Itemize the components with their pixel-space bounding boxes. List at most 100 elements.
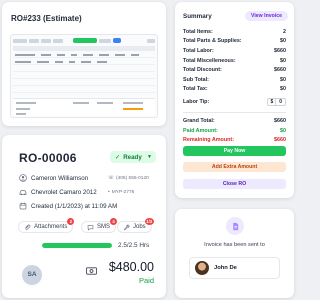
estimate-card: RO#233 (Estimate) xyxy=(2,2,166,126)
jobs-chip[interactable]: Jobs 1/3 xyxy=(117,218,154,233)
preview-table-header xyxy=(13,46,155,51)
customer-info: Cameron Williamson xyxy=(19,174,88,182)
document-icon-badge xyxy=(226,217,244,235)
chip-label: Jobs xyxy=(133,224,146,230)
row-value: $0 xyxy=(280,57,286,64)
hours-bar xyxy=(42,243,112,248)
tip-amount[interactable]: 0 xyxy=(276,99,285,105)
preview-toolbar xyxy=(13,37,155,44)
summary-rows: Total Items: 2 Total Parts & Supplies: $0 … xyxy=(183,27,286,145)
summary-row-subtotal: Sub Total: $0 xyxy=(183,75,286,85)
invoice-sent-card: Invoice has been sent to John De xyxy=(175,209,294,298)
estimate-title: RO#233 (Estimate) xyxy=(11,14,82,23)
invoice-sent-message: Invoice has been sent to xyxy=(204,242,265,248)
hours-progress: 2.5/2.5 Hrs xyxy=(42,241,166,250)
preview-row xyxy=(13,53,155,58)
summary-row-misc: Total Miscelleneous: $0 xyxy=(183,56,286,66)
customer-name: Cameron Williamson xyxy=(31,174,89,182)
count-badge: 2 xyxy=(67,218,75,225)
labor-tip-row: Labor Tip: $ 0 xyxy=(183,96,286,108)
sms-chip[interactable]: SMS 4 xyxy=(81,218,118,233)
status-label: Ready xyxy=(123,153,142,161)
document-icon xyxy=(232,222,238,230)
grand-total-row: Grand Total: $660 xyxy=(183,116,286,126)
row-label: Sub Total: xyxy=(183,76,209,83)
row-value: $660 xyxy=(274,117,286,124)
estimate-screenshot-preview xyxy=(10,34,158,118)
row-label: Remaining Amount: xyxy=(183,137,235,144)
row-value: $0 xyxy=(280,76,286,83)
paid-amount-row: Paid Amount: $0 xyxy=(183,126,286,136)
row-label: Total Tax: xyxy=(183,86,208,93)
summary-row-tax: Total Tax: $0 xyxy=(183,85,286,95)
labor-tip-input[interactable]: $ 0 xyxy=(267,98,286,107)
row-value: 2 xyxy=(283,28,286,35)
row-label: Paid Amount: xyxy=(183,127,218,134)
divider xyxy=(183,112,286,114)
recipient-card: John De xyxy=(189,257,280,279)
row-value: $660 xyxy=(274,67,286,74)
phone-number: (406) 555-0120 xyxy=(116,176,149,181)
hours-text: 2.5/2.5 Hrs xyxy=(118,242,150,249)
view-invoice-button[interactable]: View Invoice xyxy=(244,11,288,21)
phone-icon: ☏ xyxy=(108,176,114,181)
row-label: Grand Total: xyxy=(183,117,215,124)
row-label: Total Labor: xyxy=(183,47,214,54)
paperclip-icon xyxy=(25,224,31,230)
attachments-chip[interactable]: Attachments 2 xyxy=(18,218,75,233)
repair-order-card[interactable]: RO-00006 ✓ Ready ▼ Cameron Williamson ☏ … xyxy=(2,135,166,298)
close-ro-button[interactable]: Close RO xyxy=(183,179,286,189)
row-value: $0 xyxy=(280,127,286,134)
created-info: Created (1/1/2023) at 11:09 AM xyxy=(19,202,117,210)
row-value: $0 xyxy=(280,38,286,45)
count-badge: 1/3 xyxy=(144,218,154,225)
ro-price: $480.00 xyxy=(108,260,154,274)
remaining-amount-row: Remaining Amount: $660 xyxy=(183,135,286,145)
vehicle-info: Chevrolet Camaro 2012 xyxy=(19,188,97,196)
recipient-name: John De xyxy=(214,265,237,271)
hours-bar-fill xyxy=(42,243,112,248)
row-value: $0 xyxy=(280,86,286,93)
user-icon xyxy=(19,174,27,182)
plate-info: • MYP-2776 xyxy=(108,190,134,195)
calendar-icon xyxy=(19,202,27,210)
created-date: Created (1/1/2023) at 11:09 AM xyxy=(31,202,118,210)
tip-currency: $ xyxy=(268,99,277,106)
row-label: Total Items: xyxy=(183,28,213,35)
wrench-icon xyxy=(123,224,130,230)
row-label: Total Miscelleneous: xyxy=(183,57,236,64)
summary-heading: Summary xyxy=(183,13,212,20)
avatar[interactable]: SA xyxy=(22,265,42,285)
payment-status: Paid xyxy=(138,276,154,285)
preview-row xyxy=(13,67,155,72)
cash-icon xyxy=(86,267,97,275)
summary-row-labor: Total Labor: $660 xyxy=(183,46,286,56)
pay-now-button[interactable]: Pay Now xyxy=(183,146,286,156)
summary-row-discount: Total Discount: $660 xyxy=(183,65,286,75)
preview-row xyxy=(13,88,155,93)
summary-row-total-items: Total Items: 2 xyxy=(183,27,286,37)
vehicle-name: Chevrolet Camaro 2012 xyxy=(31,188,97,196)
ro-number: RO-00006 xyxy=(19,151,77,165)
row-value: $660 xyxy=(274,137,286,144)
preview-row xyxy=(13,74,155,79)
phone-info: ☏ (406) 555-0120 xyxy=(108,176,149,181)
recipient-avatar xyxy=(195,261,209,275)
labor-tip-label: Labor Tip: xyxy=(183,99,210,106)
summary-card: Summary View Invoice Total Items: 2 Total… xyxy=(175,2,294,198)
status-dropdown[interactable]: ✓ Ready ▼ xyxy=(110,151,156,163)
car-icon xyxy=(19,190,27,196)
chip-label: SMS xyxy=(97,224,111,230)
count-badge: 4 xyxy=(110,218,118,225)
row-label: Total Discount: xyxy=(183,67,222,74)
preview-footer xyxy=(13,98,155,116)
add-extra-amount-button[interactable]: Add Extra Amount xyxy=(183,162,286,172)
preview-row xyxy=(13,81,155,86)
preview-row xyxy=(13,60,155,65)
plate-icon: • xyxy=(108,190,110,195)
row-value: $660 xyxy=(274,47,286,54)
chevron-down-icon: ▼ xyxy=(147,154,152,160)
plate-number: MYP-2776 xyxy=(111,190,135,195)
chip-label: Attachments xyxy=(34,224,68,230)
check-icon: ✓ xyxy=(115,153,121,161)
